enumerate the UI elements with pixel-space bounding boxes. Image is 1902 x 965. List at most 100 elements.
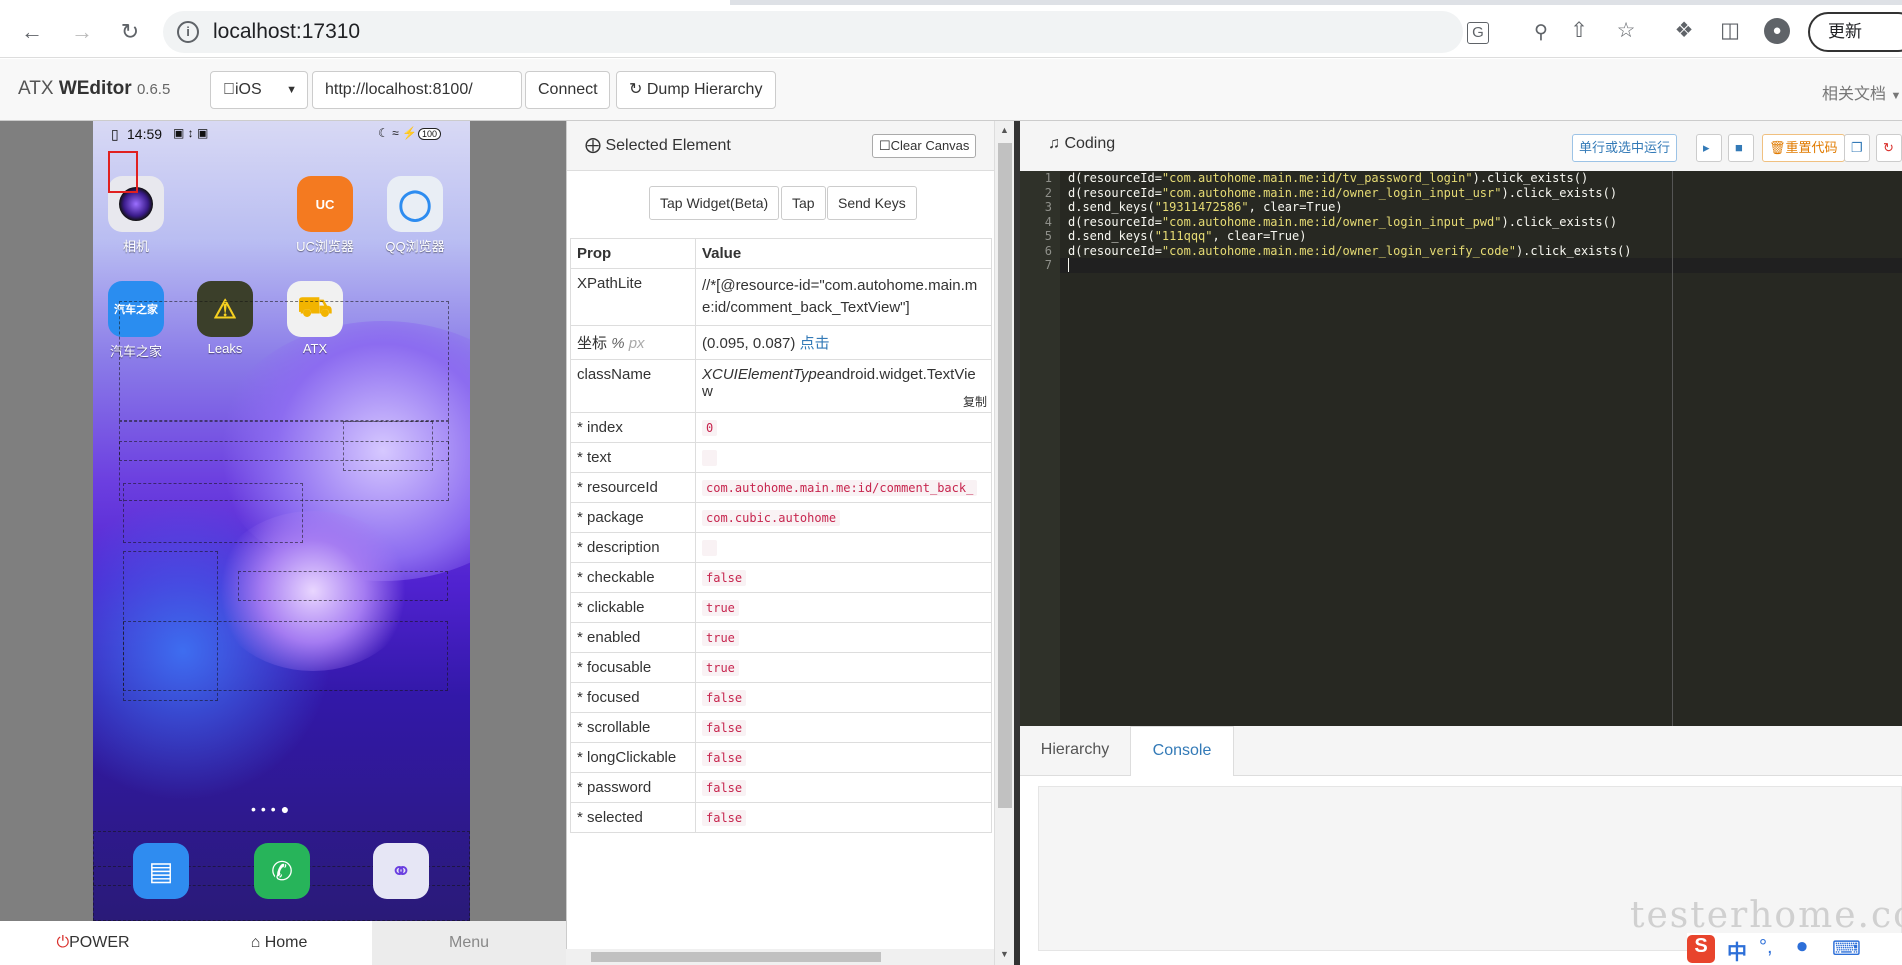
docs-link[interactable]: 相关文档 ▼ [1822,80,1901,104]
side-panel-icon[interactable]: ◫ [1717,18,1743,44]
code-line[interactable]: d(resourceId="com.autohome.main.me:id/ow… [1068,186,1632,201]
address-bar[interactable]: i localhost:17310 G ⚲ [163,11,1548,53]
scroll-up-icon[interactable]: ▲ [1000,125,1009,135]
zoom-out-icon[interactable]: ⚲ [1530,22,1552,44]
tab-hierarchy[interactable]: Hierarchy [1020,726,1130,776]
ime-lang[interactable]: 中 [1727,936,1747,965]
code-line[interactable]: d.send_keys("111qqq", clear=True) [1068,229,1632,244]
update-button[interactable]: 更新 [1808,12,1902,52]
prop-value[interactable]: 0 [702,420,718,436]
prop-key: * focused [570,682,696,713]
ime-mic-icon[interactable]: ⏺ [1797,936,1807,959]
forward-arrow-icon[interactable]: → [64,14,100,50]
code-content[interactable]: d(resourceId="com.autohome.main.me:id/tv… [1068,171,1632,273]
prop-key: * password [570,772,696,803]
dock-browser[interactable]: ⚭ [373,843,429,899]
prop-value[interactable]: false [702,750,747,766]
run-selection-button[interactable]: 单行或选中运行 [1572,134,1678,162]
selected-element-header: ⨁ Selected Element ☐Clear Canvas [567,121,995,171]
prop-value[interactable]: com.cubic.autohome [702,510,841,526]
scroll-down-icon[interactable]: ▼ [1000,949,1009,959]
code-line[interactable]: d(resourceId="com.autohome.main.me:id/tv… [1068,171,1632,186]
site-info-icon[interactable]: i [177,21,199,43]
props-horizontal-scrollbar[interactable] [566,949,994,965]
home-label: Home [264,934,308,951]
address-url[interactable]: localhost:17310 [213,20,360,44]
code-line[interactable]: d.send_keys("19311472586", clear=True) [1068,200,1632,215]
prop-value[interactable] [702,540,718,556]
code-line[interactable]: d(resourceId="com.autohome.main.me:id/ow… [1068,244,1632,259]
prop-value[interactable]: false [702,570,747,586]
dock-phone[interactable]: ✆ [254,843,310,899]
scrollbar-thumb[interactable] [998,143,1012,808]
profile-avatar-icon[interactable]: ● [1764,18,1790,44]
ime-punct-icon[interactable]: °, [1759,936,1773,959]
prop-value[interactable]: false [702,690,747,706]
code-string: "19311472586" [1154,200,1249,214]
run-play-icon[interactable]: ▸ [1696,134,1722,162]
coord-unit-percent[interactable]: % [611,335,624,352]
copy-code-icon[interactable]: ❐ [1844,134,1870,162]
table-row: XPathLite //*[@resource-id="com.autohome… [570,268,992,326]
tap-button[interactable]: Tap [781,186,826,220]
ime-keyboard-icon[interactable]: ⌨ [1832,936,1861,961]
clear-canvas-label: Clear Canvas [890,138,970,153]
dump-hierarchy-button[interactable]: ↻ Dump Hierarchy [616,71,776,109]
tab-console[interactable]: Console [1130,726,1234,776]
send-keys-button[interactable]: Send Keys [827,186,917,220]
prop-value[interactable]: false [702,720,747,736]
sogou-ime-icon[interactable]: S [1687,935,1715,963]
column-header-prop: Prop [570,238,696,269]
prop-value[interactable] [702,450,718,466]
active-tab[interactable] [0,0,730,5]
clear-canvas-button[interactable]: ☐Clear Canvas [872,134,977,158]
qq-browser-icon: ◯ [387,176,443,232]
share-icon[interactable]: ⇧ [1566,18,1592,44]
prop-value[interactable]: true [702,630,739,646]
ime-toolbar: S 中 °, ⏺ ⌨ [1687,933,1902,965]
prop-value[interactable]: true [702,660,739,676]
connect-button[interactable]: Connect [525,71,610,109]
prop-value[interactable]: false [702,810,747,826]
menu-button[interactable]: Menu [372,921,566,965]
reload-icon[interactable]: ↻ [112,14,148,50]
prop-value[interactable]: false [702,780,747,796]
app-qq-browser[interactable]: ◯ QQ浏览器 [375,176,455,255]
extensions-puzzle-icon[interactable]: ❖ [1671,18,1697,44]
bottom-tabs: Hierarchy Console [1020,726,1902,776]
page-indicator: •••● [251,801,295,817]
copy-button[interactable]: 复制 [963,393,987,410]
coord-unit-px[interactable]: px [629,335,645,352]
back-arrow-icon[interactable]: ← [14,14,50,50]
code-token: d.send_keys( [1068,200,1155,214]
refresh-red-icon[interactable]: ↻ [1876,134,1902,162]
status-notification-icons: ▣ ↕ ▣ [173,126,209,140]
translate-icon[interactable]: G [1467,22,1489,44]
app-uc-browser[interactable]: UC UC浏览器 [285,176,365,255]
prop-value[interactable]: com.autohome.main.me:id/comment_back_ [702,480,978,496]
coord-click-link[interactable]: 点击 [800,335,830,352]
tap-widget-button[interactable]: Tap Widget(Beta) [649,186,780,220]
props-vertical-scrollbar[interactable]: ▲ ▼ [994,121,1014,965]
status-time: 14:59 [127,126,163,142]
code-line[interactable] [1068,258,1632,273]
prop-value[interactable]: true [702,600,739,616]
table-row: * description [570,532,992,563]
prop-key: * enabled [570,622,696,653]
run-selection-label: 单行或选中运行 [1579,140,1671,155]
device-url-input[interactable]: http://localhost:8100/ [312,71,522,109]
dock-messages[interactable]: ▤ [133,843,189,899]
line-number: 7 [1044,258,1052,272]
scrollbar-thumb[interactable] [591,952,881,962]
platform-select[interactable]: iOS ▼ [210,71,308,109]
stop-square-icon[interactable]: ■ [1728,134,1754,162]
code-token: d.send_keys( [1068,229,1155,243]
reset-code-button[interactable]: 🗑重置代码 [1762,134,1845,162]
xpath-value[interactable]: //*[@resource-id="com.autohome.main.me:i… [695,268,992,326]
power-button[interactable]: ⏻POWER [0,921,186,965]
code-line[interactable]: d(resourceId="com.autohome.main.me:id/ow… [1068,215,1632,230]
bookmark-star-icon[interactable]: ☆ [1613,18,1639,44]
home-button[interactable]: ⌂ Home [186,921,372,965]
device-screen[interactable]: ▯ 14:59 ▣ ↕ ▣ ☾ ≈ ⚡ 100 相机 UC UC浏览器 ◯ QQ… [93,121,470,921]
code-editor[interactable]: 1234567 d(resourceId="com.autohome.main.… [1020,171,1902,726]
